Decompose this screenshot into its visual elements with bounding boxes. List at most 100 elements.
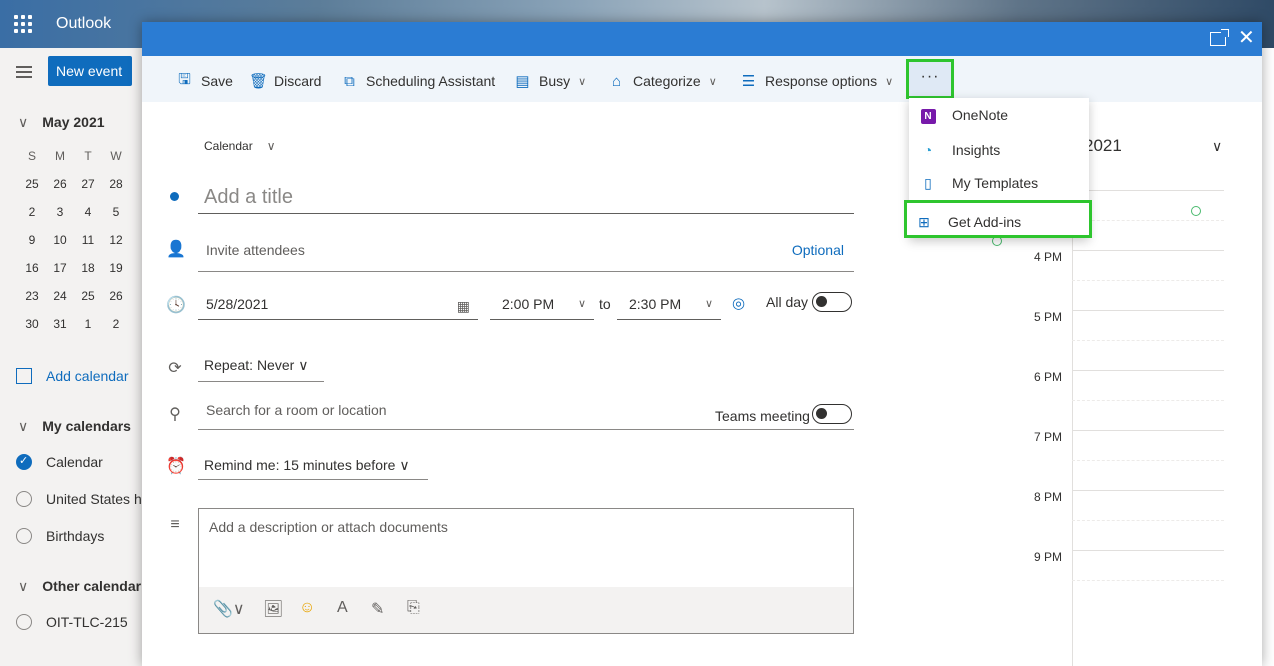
calendar-icon[interactable]: ▦ — [457, 294, 470, 318]
mini-calendar-day[interactable]: 23 — [18, 289, 46, 303]
description-toolbar: 📎∨ 🖼 ☺ A ✎ ⎘ — [199, 587, 853, 633]
app-launcher-icon[interactable] — [14, 15, 32, 33]
menu-item-my-templates[interactable]: ▯ My Templates — [909, 166, 1089, 200]
time-zone-icon[interactable]: ◎ — [732, 294, 745, 312]
popout-icon[interactable] — [1210, 29, 1229, 46]
trash-icon: 🗑 — [249, 73, 269, 90]
hour-slot[interactable]: 9 PM — [972, 550, 1224, 610]
draw-icon[interactable]: ✎ — [371, 599, 384, 619]
start-time-select[interactable]: 2:00 PM ∨ — [490, 292, 594, 320]
mini-calendar-day[interactable]: 12 — [102, 233, 130, 247]
new-event-dialog: ✕ 🖫 Save 🗑 Discard ⧉ Scheduling Assistant ▤… — [142, 22, 1262, 666]
add-calendar-button[interactable]: Add calendar — [16, 368, 129, 384]
busy-status-icon: ▤ — [515, 73, 530, 90]
teams-meeting-label: Teams meeting — [715, 408, 810, 424]
hour-slot[interactable]: 5 PM — [972, 310, 1224, 370]
menu-item-onenote[interactable]: N OneNote — [909, 98, 1089, 132]
discard-button[interactable]: 🗑 Discard — [249, 71, 321, 91]
calendar-item-label: OIT-TLC-215 — [46, 614, 128, 630]
hamburger-icon[interactable] — [16, 66, 32, 78]
hour-slot[interactable]: 4 PM — [972, 250, 1224, 310]
all-day-label: All day — [766, 294, 809, 310]
attendees-input[interactable]: Invite attendees Optional — [198, 236, 854, 272]
mini-calendar-day[interactable]: 11 — [74, 233, 102, 247]
mini-calendar-day[interactable]: 19 — [102, 261, 130, 275]
scheduling-icon: ⧉ — [344, 72, 355, 90]
new-event-button[interactable]: New event — [48, 56, 132, 86]
calendar-select[interactable]: Calendar ∨ — [204, 139, 276, 153]
loop-component-icon[interactable]: ⎘ — [407, 599, 420, 617]
calendar-item-calendar[interactable]: Calendar — [16, 454, 103, 470]
all-day-toggle[interactable] — [812, 292, 852, 312]
discard-label: Discard — [274, 73, 322, 89]
mini-calendar-day[interactable]: 25 — [18, 177, 46, 191]
repeat-select[interactable]: Repeat: Never ∨ — [198, 354, 324, 382]
my-calendars-group[interactable]: ∨ My calendars — [18, 418, 131, 435]
mini-calendar-day[interactable]: 25 — [74, 289, 102, 303]
mini-calendar-day[interactable]: 16 — [18, 261, 46, 275]
mini-calendar-day[interactable]: 30 — [18, 317, 46, 331]
hour-slot[interactable]: 6 PM — [972, 370, 1224, 430]
repeat-icon: ⟳ — [168, 360, 182, 377]
mini-calendar-day[interactable]: 4 — [74, 205, 102, 219]
mini-calendar-day[interactable]: 18 — [74, 261, 102, 275]
calendar-item-birthdays[interactable]: Birthdays — [16, 528, 104, 544]
half-hour-line — [1072, 580, 1224, 581]
hour-slot[interactable]: 8 PM — [972, 490, 1224, 550]
mini-calendar-day[interactable]: 2 — [102, 317, 130, 331]
mini-calendar-day[interactable]: 1 — [74, 317, 102, 331]
mini-calendar-header[interactable]: ∨ May 2021 — [18, 114, 105, 131]
response-options-dropdown[interactable]: ☰ Response options ∨ — [740, 71, 893, 91]
mini-calendar-day[interactable]: 31 — [46, 317, 74, 331]
busy-dropdown[interactable]: ▤ Busy ∨ — [514, 71, 586, 91]
mini-calendar-weekday: M — [55, 149, 65, 163]
description-editor[interactable]: Add a description or attach documents 📎∨… — [198, 508, 854, 634]
mini-calendar-day[interactable]: 9 — [18, 233, 46, 247]
mini-calendar-day[interactable]: 28 — [102, 177, 130, 191]
reminder-label: Remind me: — [204, 457, 280, 473]
scheduling-assistant-button[interactable]: ⧉ Scheduling Assistant — [341, 71, 495, 91]
mini-calendar-weekday: T — [84, 149, 92, 163]
mini-calendar-day[interactable]: 24 — [46, 289, 74, 303]
mini-calendar-day[interactable]: 3 — [46, 205, 74, 219]
repeat-value: Never — [256, 357, 295, 373]
mini-calendar-day[interactable]: 5 — [102, 205, 130, 219]
save-button[interactable]: 🖫 Save — [176, 71, 233, 91]
chevron-down-icon[interactable]: ∨ — [1212, 138, 1222, 155]
save-label: Save — [201, 73, 233, 89]
mini-calendar-day[interactable]: 27 — [74, 177, 102, 191]
close-icon[interactable]: ✕ — [1238, 27, 1255, 49]
menu-item-insights[interactable]: ◔ Insights — [909, 133, 1089, 167]
menu-item-get-add-ins[interactable]: ⊞ Get Add-ins — [904, 200, 1092, 238]
mini-calendar-day[interactable]: 17 — [46, 261, 74, 275]
hour-slot[interactable]: 7 PM — [972, 430, 1224, 490]
format-text-icon[interactable]: A — [337, 599, 348, 617]
emoji-icon[interactable]: ☺ — [299, 599, 315, 617]
mini-calendar: S M T W 25 26 27 28 2 3 4 5 9 10 11 12 16 17 18 19 23 24 25 26 3… — [18, 142, 142, 338]
mini-calendar-day[interactable]: 26 — [46, 177, 74, 191]
resize-handle-top[interactable] — [1191, 206, 1201, 216]
mini-calendar-day[interactable]: 10 — [46, 233, 74, 247]
hour-label: 9 PM — [1033, 550, 1062, 564]
date-value: 5/28/2021 — [206, 296, 269, 312]
mini-calendar-day[interactable]: 26 — [102, 289, 130, 303]
calendar-item-label: Birthdays — [46, 528, 105, 544]
more-options-button[interactable]: ··· — [906, 59, 954, 99]
categorize-dropdown[interactable]: ⌂ Categorize ∨ — [608, 71, 717, 91]
circle-icon — [16, 614, 32, 630]
calendar-item-holidays[interactable]: United States h — [16, 491, 142, 507]
hour-line — [1072, 490, 1224, 491]
title-input[interactable]: Add a title — [198, 182, 854, 214]
reminder-select[interactable]: Remind me: 15 minutes before ∨ — [198, 454, 428, 480]
end-time-select[interactable]: 2:30 PM ∨ — [617, 292, 721, 320]
attach-icon[interactable]: 📎∨ — [213, 599, 245, 619]
teams-meeting-toggle[interactable] — [812, 404, 852, 424]
image-icon[interactable]: 🖼 — [263, 599, 283, 619]
optional-attendees-link[interactable]: Optional — [792, 236, 844, 264]
date-picker[interactable]: 5/28/2021 ▦ — [198, 292, 478, 320]
mini-calendar-row: 30 31 1 2 — [18, 310, 142, 338]
other-calendars-group[interactable]: ∨ Other calendar — [18, 578, 141, 595]
attendees-placeholder: Invite attendees — [206, 242, 305, 258]
mini-calendar-day[interactable]: 2 — [18, 205, 46, 219]
calendar-item-oit[interactable]: OIT-TLC-215 — [16, 614, 128, 630]
